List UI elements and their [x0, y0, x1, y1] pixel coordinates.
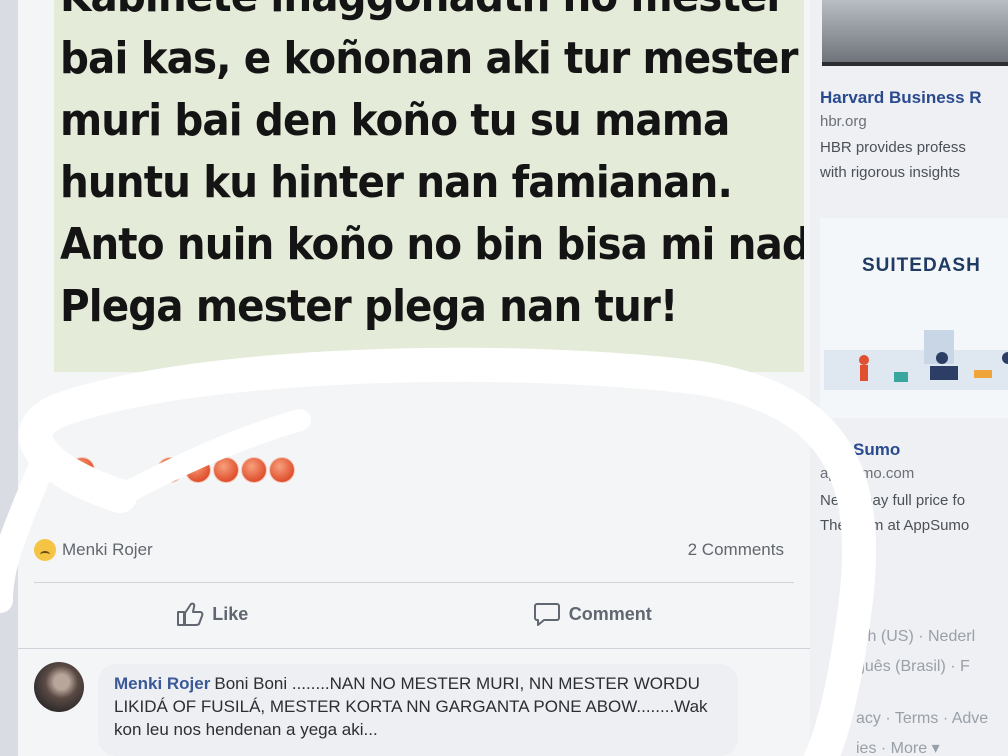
like-label: Like — [212, 603, 249, 624]
avatar[interactable] — [34, 662, 84, 712]
comment-label: Comment — [568, 603, 652, 624]
post-image-line: Plega mester plega nan tur! — [60, 281, 678, 332]
footer-line[interactable]: ies · More ▾ — [856, 734, 988, 756]
footer-line[interactable]: guês (Brasil) · F — [856, 652, 975, 682]
angry-reaction-icon — [270, 458, 294, 482]
comment-count-link[interactable]: 2 Comments — [688, 540, 784, 560]
angry-reaction-icon — [70, 458, 94, 482]
comment-button[interactable]: Comment — [533, 601, 652, 627]
ad-title-link[interactable]: Harvard Business R — [820, 88, 982, 108]
thumbs-up-icon — [176, 601, 204, 627]
right-sidebar: Harvard Business R hbr.org HBR provides … — [810, 0, 1008, 756]
ad-thumbnail[interactable] — [822, 0, 1008, 66]
post-image-line: Anto nuin koño no bin bisa mi nad — [60, 219, 804, 270]
ad-description: The team at AppSumo — [820, 517, 970, 534]
ad-description: Never pay full price fo — [820, 492, 966, 509]
ad-domain: hbr.org — [820, 113, 867, 130]
ad-illustration — [824, 330, 1008, 390]
post-image[interactable]: Kabinete inaggonadth no mester bai kas, … — [54, 0, 804, 372]
comment-bubble: Menki Rojer Boni Boni ........NAN NO MEST… — [98, 664, 738, 756]
post-image-line: bai kas, e koñonan aki tur mester — [60, 33, 798, 84]
ad-domain: appsumo.com — [820, 465, 915, 482]
post-image-text: Kabinete inaggonadth no mester bai kas, … — [60, 0, 804, 338]
ad-description: with rigorous insights — [820, 164, 961, 181]
post-image-line: muri bai den koño tu su mama — [60, 95, 730, 146]
ad-title-link[interactable]: AppSumo — [820, 440, 900, 460]
footer-line[interactable]: acy · Terms · Adve — [856, 704, 988, 734]
feed-post: Kabinete inaggonadth no mester bai kas, … — [18, 0, 810, 756]
language-links[interactable]: ish (US) · Nederl guês (Brasil) · F — [856, 622, 975, 682]
reaction-summary[interactable]: Menki Rojer — [34, 539, 153, 561]
footer-links[interactable]: acy · Terms · Adve ies · More ▾ — [856, 704, 988, 756]
angry-reaction-icon — [214, 458, 238, 482]
post-image-line: Kabinete inaggonadth no mester — [60, 0, 786, 28]
reaction-icons[interactable] — [70, 458, 294, 488]
angry-reaction-icon — [242, 458, 266, 482]
sad-reaction-icon — [34, 539, 56, 561]
post-actions: Like Comment — [34, 592, 794, 636]
divider — [34, 582, 794, 583]
angry-reaction-icon — [158, 458, 182, 482]
post-meta-row: Menki Rojer 2 Comments — [34, 536, 784, 564]
comment: Menki Rojer Boni Boni ........NAN NO MEST… — [34, 660, 794, 756]
angry-reaction-icon — [186, 458, 210, 482]
speech-bubble-icon — [533, 601, 561, 627]
footer-line[interactable]: ish (US) · Nederl — [856, 622, 975, 652]
suitedash-logo: SUITEDASH — [862, 255, 981, 276]
reaction-user-name: Menki Rojer — [62, 540, 153, 559]
divider — [18, 648, 810, 649]
post-image-line: huntu ku hinter nan famianan. — [60, 157, 733, 208]
comment-author-link[interactable]: Menki Rojer — [114, 674, 210, 693]
like-button[interactable]: Like — [176, 601, 248, 627]
ad-description: HBR provides profess — [820, 139, 966, 156]
